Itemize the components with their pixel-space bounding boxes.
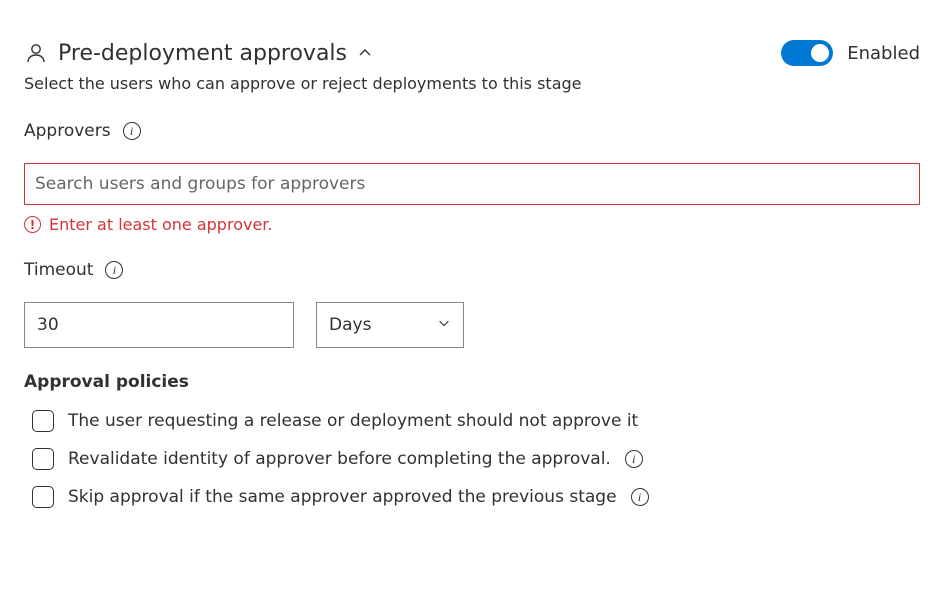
policy-label: Skip approval if the same approver appro… (68, 487, 617, 507)
approvers-error-text: Enter at least one approver. (49, 215, 272, 234)
info-icon[interactable]: i (105, 261, 123, 279)
approvers-search-input[interactable] (24, 163, 920, 205)
timeout-unit-select[interactable]: Days (316, 302, 464, 348)
chevron-up-icon (357, 45, 373, 61)
policy-label: Revalidate identity of approver before c… (68, 449, 611, 469)
policy-row: The user requesting a release or deploym… (24, 410, 920, 432)
section-title: Pre-deployment approvals (58, 41, 347, 66)
enabled-toggle-label: Enabled (847, 43, 920, 64)
section-header-toggle[interactable]: Pre-deployment approvals (24, 41, 373, 66)
info-icon[interactable]: i (123, 122, 141, 140)
policy-row: Revalidate identity of approver before c… (24, 448, 920, 470)
timeout-unit-value: Days (329, 315, 371, 335)
approvers-label: Approvers (24, 121, 111, 141)
policy-label: The user requesting a release or deploym… (68, 411, 638, 431)
policies-heading: Approval policies (24, 372, 920, 392)
policy-row: Skip approval if the same approver appro… (24, 486, 920, 508)
policy-checkbox[interactable] (32, 448, 54, 470)
info-icon[interactable]: i (625, 450, 643, 468)
policy-checkbox[interactable] (32, 410, 54, 432)
enabled-toggle[interactable] (781, 40, 833, 66)
timeout-label: Timeout (24, 260, 93, 280)
chevron-down-icon (437, 315, 451, 335)
policy-checkbox[interactable] (32, 486, 54, 508)
user-icon (24, 41, 48, 65)
info-icon[interactable]: i (631, 488, 649, 506)
error-icon: ! (24, 216, 41, 233)
section-subtitle: Select the users who can approve or reje… (24, 74, 920, 93)
timeout-value-input[interactable] (24, 302, 294, 348)
